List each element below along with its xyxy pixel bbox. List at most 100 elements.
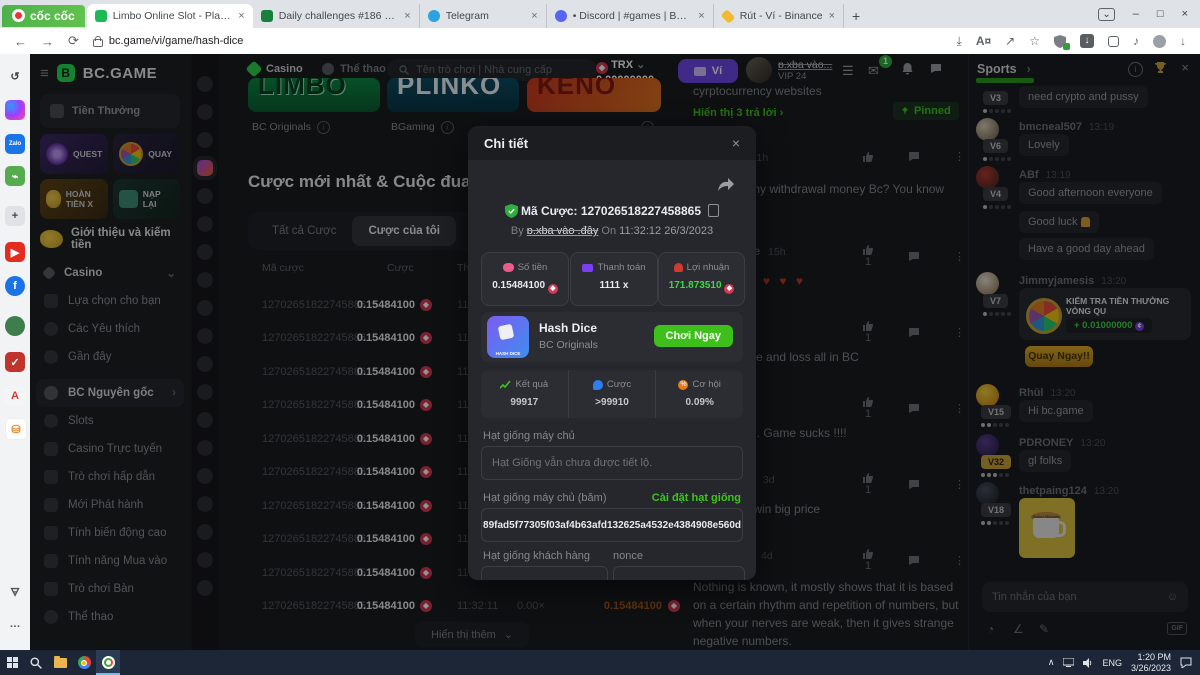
browser-tab-binance[interactable]: Rút - Ví - Binance × (714, 4, 844, 28)
coccoc-brand-label: cốc cốc (30, 9, 75, 23)
tab-close-icon[interactable]: × (698, 10, 704, 22)
wallet-payout-icon (582, 264, 593, 272)
bet-byline: By ɒ.xba vào .đây On 11:32:12 26/3/2023 (468, 225, 756, 237)
translate-icon[interactable]: A¤ (976, 34, 991, 48)
server-seed-input[interactable]: Hạt Giống vẫn chưa được tiết lộ. (481, 446, 743, 480)
coccoc-taskbar-icon[interactable] (96, 650, 120, 675)
play-now-button[interactable]: Chơi Ngay (654, 325, 734, 347)
bet-details-modal: Chi tiết × Mã Cược: 127026518227458865 B… (468, 126, 756, 580)
bookmark-star-icon[interactable]: ☆ (1029, 34, 1040, 48)
language-indicator[interactable]: ENG (1102, 658, 1122, 668)
forward-button[interactable]: → (41, 34, 54, 49)
games-gamepad-icon[interactable]: ⌁ (5, 166, 25, 186)
browser-tab-bar: cốc cốc Limbo Online Slot - Play onli × … (0, 0, 1200, 28)
taskbar-clock[interactable]: 1:20 PM 3/26/2023 (1131, 652, 1171, 673)
game-provider: BC Originals (539, 339, 598, 351)
share-icon[interactable]: ↗ (1005, 34, 1015, 48)
action-center-icon[interactable] (1180, 657, 1192, 668)
server-seed-hash-input[interactable]: 89fad5f77305f03af4b63afd132625a4532e4384… (481, 508, 743, 542)
coccoc-logo[interactable]: cốc cốc (2, 5, 85, 27)
window-minimize-button[interactable]: – (1133, 8, 1139, 20)
discord-favicon (555, 10, 567, 22)
modal-header: Chi tiết × (468, 126, 756, 160)
bet-id-label: Mã Cược: (521, 204, 578, 218)
coccoc-side-rail: ↺ Zalo ⌁ + ▶ f ✓ A ⛁ 🜃 … (0, 54, 31, 650)
seed-settings-link[interactable]: Cài đặt hạt giống (652, 492, 741, 504)
bcgame-page: ≡ B BC.GAME Tiền Thưởng QUEST QUAY (30, 54, 1200, 650)
window-maximize-button[interactable]: □ (1157, 8, 1164, 20)
a-site-icon[interactable]: A (5, 386, 25, 406)
shop-cart-icon[interactable]: ⛁ (5, 418, 27, 440)
tab-close-icon[interactable]: × (404, 10, 410, 22)
hash-dice-game-icon[interactable]: HASH DICE (487, 316, 529, 358)
tray-expand-icon[interactable]: ∧ (1048, 657, 1055, 668)
nonce-label: nonce (613, 550, 643, 562)
youtube-icon[interactable]: ▶ (5, 242, 25, 262)
downloads-icon[interactable]: ↓ (1180, 34, 1186, 48)
copy-icon[interactable] (708, 204, 719, 217)
tab-close-icon[interactable]: × (531, 10, 537, 22)
more-dots-icon[interactable]: … (5, 614, 25, 634)
browser-tab-daily-challenges[interactable]: Daily challenges #186 - Flash × (253, 4, 420, 28)
network-icon[interactable] (1063, 658, 1074, 667)
chrome-taskbar-icon[interactable] (72, 650, 96, 675)
taskbar-search-icon[interactable] (24, 650, 48, 675)
lock-icon (93, 39, 103, 47)
clock-time: 1:20 PM (1131, 652, 1171, 662)
stat-amount: Số tiền 0.15484100 ◆ (481, 252, 569, 306)
binance-favicon (720, 9, 735, 24)
zalo-icon[interactable]: Zalo (5, 134, 25, 154)
result-box: Kết quả 99917 Cược >99910 %Cơ hội 0.09% (481, 370, 743, 418)
share-icon[interactable] (718, 178, 734, 192)
file-explorer-icon[interactable] (48, 650, 72, 675)
game-tile-label: HASH DICE (487, 351, 529, 356)
bet-drop-icon (593, 380, 603, 390)
start-button[interactable] (0, 650, 24, 675)
messenger-icon[interactable] (5, 100, 25, 120)
by-label: By (511, 225, 524, 237)
nonce-input[interactable] (613, 566, 745, 580)
history-icon[interactable]: ↺ (5, 66, 25, 86)
back-button[interactable]: ← (14, 34, 27, 49)
result-label: Cược (607, 379, 631, 390)
tab-close-icon[interactable]: × (238, 10, 244, 22)
result-value: 0.09% (656, 397, 743, 408)
browser-tab-limbo[interactable]: Limbo Online Slot - Play onli × (87, 4, 253, 28)
media-icon[interactable]: ♪ (1133, 34, 1139, 48)
verified-shield-icon (505, 204, 518, 218)
bet-username[interactable]: ɒ.xba vào .đây (527, 225, 599, 237)
result-outcome: Kết quả 99917 (481, 370, 569, 418)
chance-percent-icon: % (678, 380, 688, 390)
server-seed-placeholder: Hạt Giống vẫn chưa được tiết lộ. (492, 457, 652, 469)
sports-site-icon[interactable] (5, 316, 25, 336)
extensions-puzzle-icon[interactable] (1108, 36, 1119, 47)
notification-bell-icon[interactable]: 🜃 (5, 582, 25, 602)
volume-icon[interactable] (1083, 658, 1093, 668)
server-seed-label: Hạt giống máy chủ (483, 430, 575, 442)
modal-title: Chi tiết (484, 136, 528, 151)
client-seed-input[interactable] (481, 566, 608, 580)
browser-tab-telegram[interactable]: Telegram × (420, 4, 547, 28)
tab-close-icon[interactable]: × (829, 10, 835, 22)
add-shortcut-button[interactable]: + (5, 206, 25, 226)
new-tab-button[interactable]: + (852, 8, 860, 24)
adblock-shield-icon[interactable] (1054, 35, 1066, 48)
reload-button[interactable]: ⟳ (68, 33, 79, 49)
window-close-button[interactable]: × (1182, 8, 1188, 20)
server-seed-hash-label: Hạt giống máy chủ (băm) (483, 492, 607, 504)
modal-close-button[interactable]: × (732, 135, 740, 151)
idm-download-icon[interactable]: ↓ (1080, 34, 1094, 48)
stat-label: Thanh toán (597, 262, 645, 273)
profile-avatar-icon[interactable] (1153, 35, 1166, 48)
facebook-icon[interactable]: f (5, 276, 25, 296)
check-app-icon[interactable]: ✓ (5, 352, 25, 372)
client-seed-label: Hạt giống khách hàng (483, 550, 590, 562)
bcgame-favicon (261, 10, 273, 22)
url-field[interactable]: bc.game/vi/game/hash-dice (93, 35, 244, 47)
stat-payout: Thanh toán 1111 x (570, 252, 658, 306)
download-tray-icon[interactable]: ⤓ (957, 34, 962, 49)
tab-search-icon[interactable]: ⌄ (1098, 8, 1114, 21)
url-text: bc.game/vi/game/hash-dice (109, 35, 244, 47)
browser-tab-discord[interactable]: • Discord | #games | BC G × (547, 4, 714, 28)
game-card: HASH DICE Hash Dice BC Originals Chơi Ng… (481, 312, 743, 362)
